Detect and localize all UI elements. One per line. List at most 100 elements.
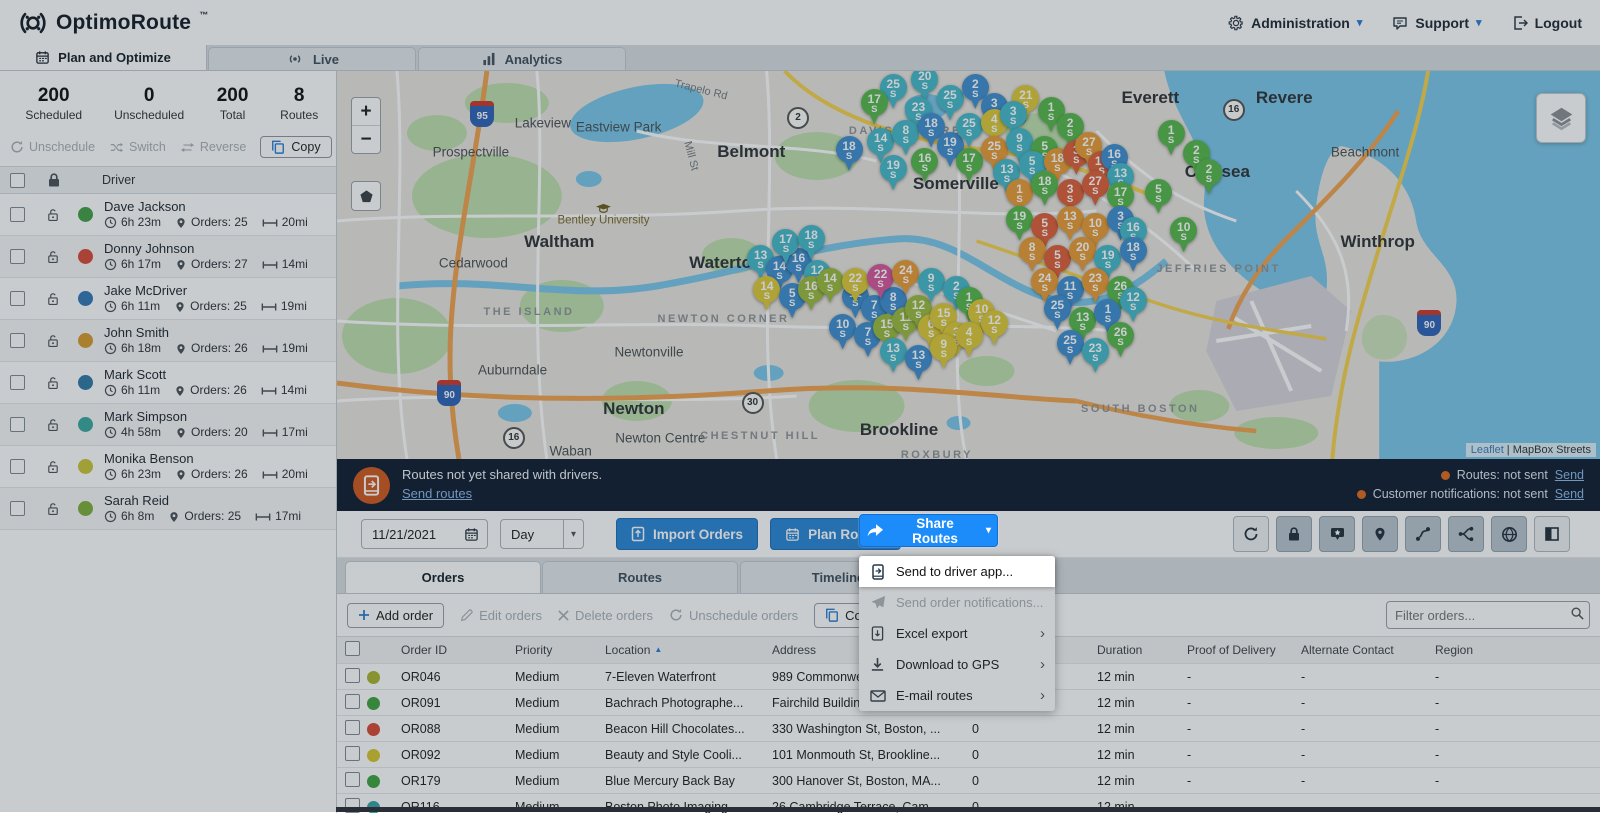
driver-row[interactable]: Jake McDriver 6h 11m Orders: 25 19mi — [0, 278, 336, 320]
switch-button[interactable]: Switch — [109, 140, 166, 154]
driver-checkbox[interactable] — [10, 417, 25, 432]
stop-marker[interactable]: 10S — [829, 314, 856, 350]
route-branch-toggle-button[interactable] — [1448, 516, 1484, 552]
stop-marker[interactable]: 22S — [867, 264, 894, 300]
stop-marker[interactable]: 12S — [1120, 287, 1147, 323]
date-picker[interactable] — [361, 519, 488, 549]
column-header-priority[interactable]: Priority — [507, 643, 597, 657]
order-row[interactable]: OR092 Medium Beauty and Style Cooli... 1… — [337, 742, 1600, 768]
tab-orders[interactable]: Orders — [345, 561, 541, 593]
order-row[interactable]: OR088 Medium Beacon Hill Chocolates... 3… — [337, 716, 1600, 742]
zoom-in-button[interactable]: + — [352, 98, 380, 126]
menu-item-e-mail-routes[interactable]: E-mail routes› — [859, 680, 1055, 711]
stop-marker[interactable]: 18S — [1120, 237, 1147, 273]
stop-marker[interactable]: 17S — [861, 89, 888, 125]
edit-orders-button[interactable]: Edit orders — [460, 608, 542, 623]
leaflet-link[interactable]: Leaflet — [1471, 444, 1504, 456]
calendar-icon[interactable] — [464, 527, 479, 542]
stop-marker[interactable]: 23S — [1082, 338, 1109, 374]
stop-marker[interactable]: 12S — [981, 310, 1008, 346]
tab-plan[interactable]: Plan and Optimize — [0, 45, 207, 70]
select-all-orders-checkbox[interactable] — [345, 641, 360, 656]
driver-row[interactable]: Dave Jackson 6h 23m Orders: 25 20mi — [0, 194, 336, 236]
column-header-location[interactable]: Location▲ — [597, 643, 764, 657]
stop-marker[interactable]: 9S — [930, 334, 957, 370]
column-header-order-id[interactable]: Order ID — [393, 643, 507, 657]
driver-row[interactable]: Donny Johnson 6h 17m Orders: 27 14mi — [0, 236, 336, 278]
order-checkbox[interactable] — [345, 668, 360, 683]
filter-orders-input[interactable] — [1386, 601, 1590, 629]
stop-marker[interactable]: 18S — [798, 225, 825, 261]
import-orders-button[interactable]: Import Orders — [616, 518, 758, 550]
unschedule-orders-button[interactable]: Unschedule orders — [669, 608, 798, 623]
driver-checkbox[interactable] — [10, 333, 25, 348]
reverse-button[interactable]: Reverse — [180, 140, 247, 154]
pin-toggle-button[interactable] — [1362, 516, 1398, 552]
driver-checkbox[interactable] — [10, 291, 25, 306]
nav-support[interactable]: Support▾ — [1392, 15, 1481, 31]
map-layers-button[interactable] — [1536, 93, 1586, 143]
driver-checkbox[interactable] — [10, 459, 25, 474]
refresh-toggle-button[interactable] — [1233, 516, 1269, 552]
stop-marker[interactable]: 14S — [753, 276, 780, 312]
stop-marker[interactable]: 2S — [1195, 159, 1222, 195]
stop-marker[interactable]: 26S — [1107, 322, 1134, 358]
route-map[interactable]: SomervilleBelmontEverettRevereChelseaWin… — [337, 71, 1600, 459]
share-routes-button[interactable]: Share Routes ▾ — [859, 514, 998, 547]
menu-item-download-to-gps[interactable]: Download to GPS› — [859, 649, 1055, 680]
menu-item-excel-export[interactable]: Excel export› — [859, 618, 1055, 649]
stop-marker[interactable]: 25S — [1044, 295, 1071, 331]
tab-analytics[interactable]: Analytics — [418, 47, 626, 70]
stop-marker[interactable]: 25S — [1057, 330, 1084, 366]
menu-item-send-to-driver-app[interactable]: Send to driver app... — [859, 556, 1055, 587]
stop-marker[interactable]: 24S — [892, 260, 919, 296]
stop-marker[interactable]: 18S — [836, 136, 863, 172]
send-link[interactable]: Send — [1555, 485, 1584, 504]
column-header-proof-of-delivery[interactable]: Proof of Delivery — [1179, 643, 1293, 657]
stop-marker[interactable]: 17S — [772, 229, 799, 265]
unschedule-button[interactable]: Unschedule — [10, 140, 95, 154]
stop-marker[interactable]: 16S — [911, 148, 938, 184]
label-bubble-toggle-button[interactable] — [1319, 516, 1355, 552]
column-header-duration[interactable]: Duration — [1089, 643, 1179, 657]
delete-orders-button[interactable]: Delete orders — [558, 608, 653, 623]
driver-row[interactable]: Mark Simpson 4h 58m Orders: 20 17mi — [0, 404, 336, 446]
add-order-button[interactable]: Add order — [347, 603, 444, 628]
menu-item-send-order-notifications[interactable]: Send order notifications... — [859, 587, 1055, 618]
stop-marker[interactable]: 27S — [1082, 171, 1109, 207]
order-checkbox[interactable] — [345, 772, 360, 787]
column-header-region[interactable]: Region — [1427, 643, 1600, 657]
order-checkbox[interactable] — [345, 720, 360, 735]
order-row[interactable]: OR179 Medium Blue Mercury Back Bay 300 H… — [337, 768, 1600, 794]
globe-toggle-button[interactable] — [1491, 516, 1527, 552]
send-link[interactable]: Send — [1555, 466, 1584, 485]
stop-marker[interactable]: 25S — [956, 113, 983, 149]
route-dots-toggle-button[interactable] — [1405, 516, 1441, 552]
stop-marker[interactable]: 18S — [1031, 171, 1058, 207]
stop-marker[interactable]: 5S — [1145, 179, 1172, 215]
zoom-out-button[interactable]: − — [352, 126, 380, 153]
driver-checkbox[interactable] — [10, 501, 25, 516]
send-routes-link[interactable]: Send routes — [402, 485, 602, 504]
horizontal-scrollbar[interactable] — [336, 807, 1600, 812]
stop-marker[interactable]: 9S — [918, 268, 945, 304]
split-panel-toggle-button[interactable] — [1534, 516, 1570, 552]
order-checkbox[interactable] — [345, 694, 360, 709]
column-header-alternate-contact[interactable]: Alternate Contact — [1293, 643, 1427, 657]
polygon-select-button[interactable] — [351, 181, 381, 211]
driver-checkbox[interactable] — [10, 375, 25, 390]
stop-marker[interactable]: 17S — [956, 148, 983, 184]
stop-marker[interactable]: 1S — [1158, 120, 1185, 156]
driver-checkbox[interactable] — [10, 207, 25, 222]
select-all-drivers-checkbox[interactable] — [10, 173, 25, 188]
copy-routes-button[interactable]: Copy — [260, 136, 331, 158]
tab-live[interactable]: Live — [208, 47, 416, 70]
driver-row[interactable]: John Smith 6h 18m Orders: 26 19mi — [0, 320, 336, 362]
driver-row[interactable]: Mark Scott 6h 11m Orders: 26 14mi — [0, 362, 336, 404]
stop-marker[interactable]: 4S — [956, 322, 983, 358]
stop-marker[interactable]: 14S — [817, 268, 844, 304]
stop-marker[interactable]: 22S — [842, 268, 869, 304]
driver-row[interactable]: Monika Benson 6h 23m Orders: 26 20mi — [0, 446, 336, 488]
date-input[interactable] — [370, 526, 458, 543]
stop-marker[interactable]: 19S — [880, 155, 907, 191]
